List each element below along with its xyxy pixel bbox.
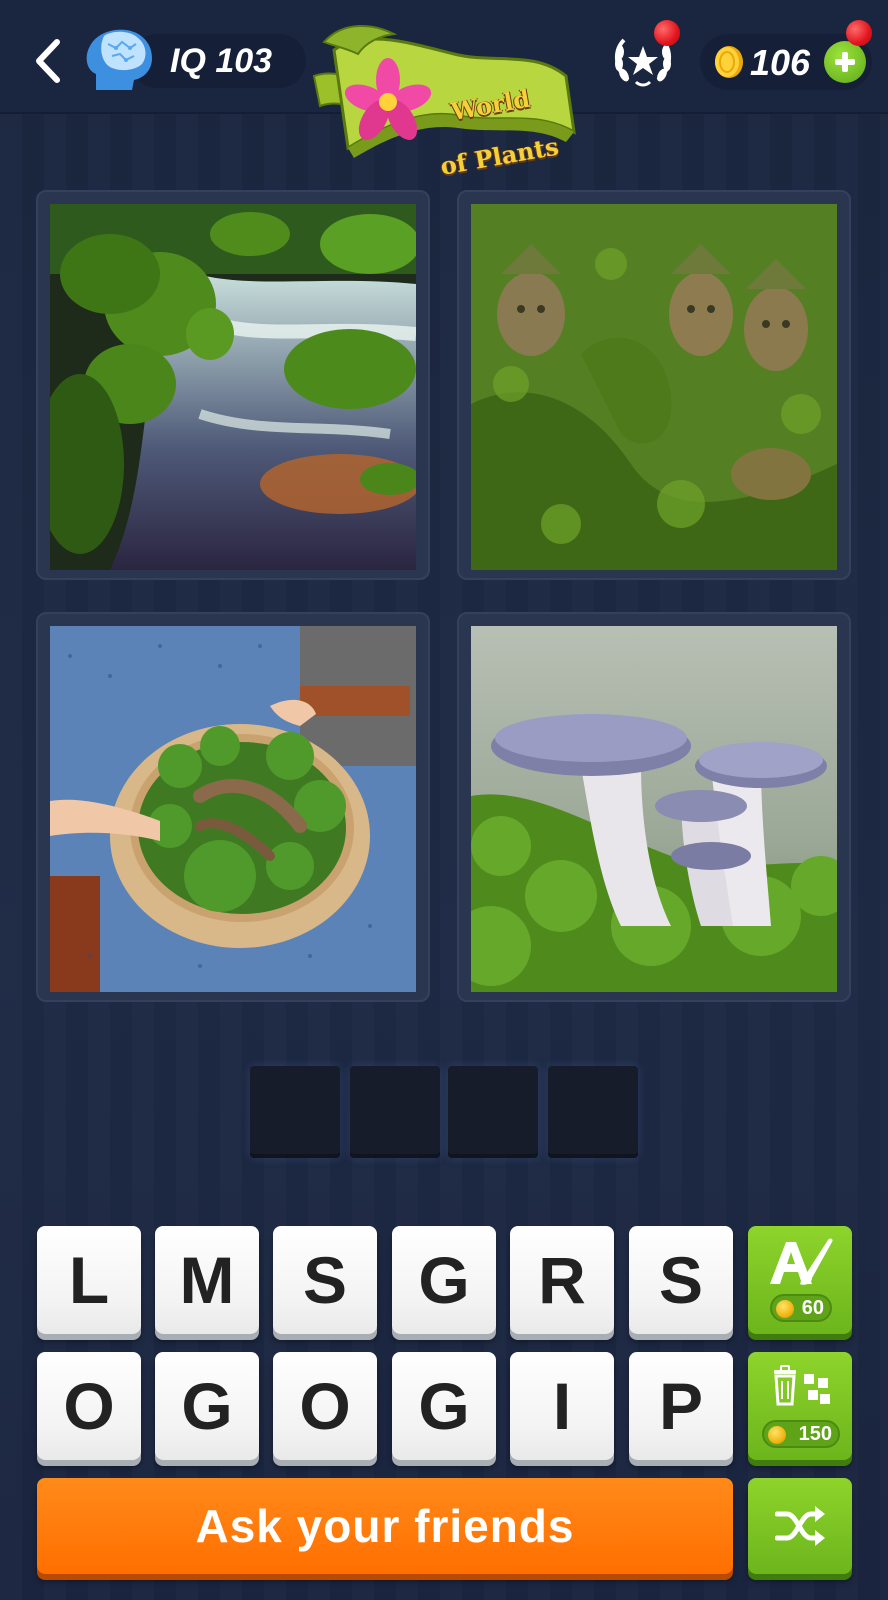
letter-tile[interactable]: P: [629, 1352, 733, 1460]
letter-tile[interactable]: M: [155, 1226, 259, 1334]
remove-letters-price-value: 150: [798, 1422, 832, 1445]
trash-icon: [774, 1365, 830, 1406]
letter-tile[interactable]: S: [273, 1226, 377, 1334]
brain-head-icon: [86, 29, 152, 90]
remove-letters-button[interactable]: 150: [748, 1352, 852, 1460]
answer-slot[interactable]: [250, 1066, 340, 1158]
letter-tile[interactable]: G: [392, 1226, 496, 1334]
shuffle-icon: [775, 1506, 825, 1546]
back-button[interactable]: [28, 36, 68, 86]
reveal-letter-button[interactable]: 60: [748, 1226, 852, 1334]
coin-icon: [715, 46, 743, 78]
moss-bowl-image: [50, 626, 416, 992]
moss-statues-image: [471, 204, 837, 570]
coin-balance[interactable]: 106: [700, 34, 872, 90]
letter-tile[interactable]: G: [392, 1352, 496, 1460]
letter-tile[interactable]: R: [510, 1226, 614, 1334]
remove-letters-price: 150: [762, 1420, 840, 1448]
ask-friends-label: Ask your friends: [195, 1500, 575, 1552]
notification-dot: [654, 20, 680, 46]
mossy-stream-image: [50, 204, 416, 570]
ask-friends-button[interactable]: Ask your friends: [37, 1478, 733, 1574]
iq-label: IQ 103: [170, 41, 273, 80]
coin-icon: [768, 1426, 786, 1444]
game-screen: IQ 103 106 World of Plants L M S G R S 6…: [0, 0, 888, 1600]
coin-icon: [776, 1300, 794, 1318]
letter-tile[interactable]: S: [629, 1226, 733, 1334]
letter-brush-icon: [770, 1238, 833, 1285]
letter-tile[interactable]: I: [510, 1352, 614, 1460]
mushrooms-image: [471, 626, 837, 992]
reveal-letter-price-value: 60: [801, 1296, 824, 1319]
banner-line-2: of Plants: [438, 131, 561, 181]
answer-slot[interactable]: [548, 1066, 638, 1158]
plus-icon: [835, 52, 855, 72]
notification-dot: [846, 20, 872, 46]
answer-slot[interactable]: [448, 1066, 538, 1158]
chevron-left-icon: [36, 39, 60, 83]
shuffle-button[interactable]: [748, 1478, 852, 1574]
banner-line-1: World: [448, 83, 533, 127]
letter-tile[interactable]: G: [155, 1352, 259, 1460]
banner-title: World of Plants: [420, 56, 571, 207]
letter-tile[interactable]: L: [37, 1226, 141, 1334]
letter-tile[interactable]: O: [37, 1352, 141, 1460]
mossy-stream-photo[interactable]: [36, 190, 430, 580]
mushrooms-on-moss-photo[interactable]: [457, 612, 851, 1002]
moss-bowl-photo[interactable]: [36, 612, 430, 1002]
moss-covered-statues-photo[interactable]: [457, 190, 851, 580]
letter-tile[interactable]: O: [273, 1352, 377, 1460]
buy-coins-button[interactable]: [824, 41, 866, 83]
coin-count: 106: [750, 42, 811, 83]
reveal-letter-price: 60: [770, 1294, 832, 1322]
answer-slot[interactable]: [350, 1066, 440, 1158]
